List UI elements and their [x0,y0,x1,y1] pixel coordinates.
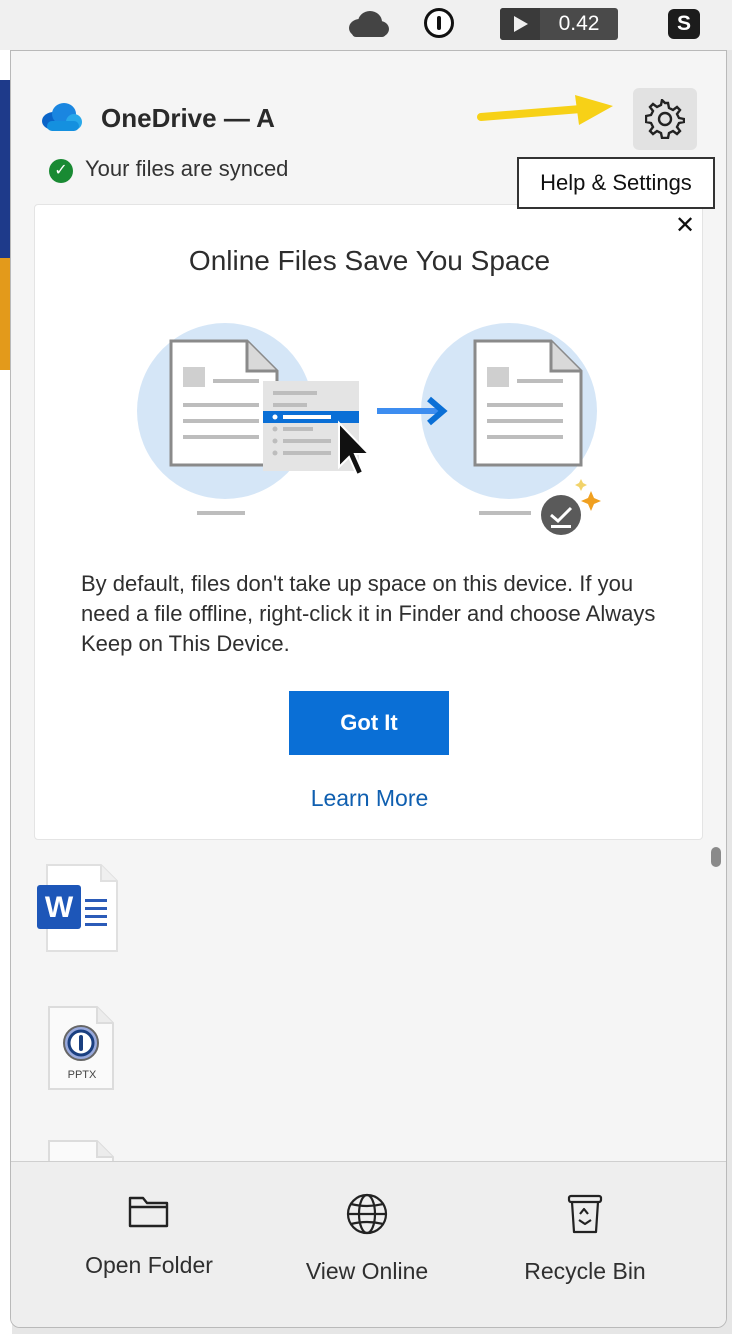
help-settings-tooltip: Help & Settings [517,157,715,209]
annotation-arrow-icon [477,95,613,125]
account-title: OneDrive — A [101,103,275,133]
password-manager-icon[interactable] [424,8,454,38]
sync-status: Your files are synced [85,156,289,181]
card-title: Online Files Save You Space [188,245,551,276]
open-folder-button[interactable]: Open Folder [49,1192,249,1279]
gear-icon [645,99,685,139]
globe-icon [346,1193,388,1235]
onedrive-menubar-icon[interactable] [346,10,390,38]
view-online-label: View Online [305,1258,429,1284]
timer-value: 0.42 [558,12,600,35]
open-folder-label: Open Folder [85,1252,213,1278]
scrollbar-thumb[interactable] [711,847,721,867]
learn-more-link[interactable]: Learn More [35,785,704,812]
recycle-bin-label: Recycle Bin [524,1258,646,1284]
online-files-illustration [137,323,601,535]
word-file-icon[interactable]: W [35,861,125,955]
timer-widget[interactable]: 0.42 [500,8,618,40]
recycle-bin-button[interactable]: Recycle Bin [485,1192,685,1285]
onedrive-panel: OneDrive — A ✓ Your files are synced Hel… [10,50,727,1328]
card-description: By default, files don't take up space on… [81,571,656,656]
skype-icon[interactable]: S [668,9,700,39]
info-card: ✕ Online Files Save You Space By default… [34,204,703,840]
recycle-bin-icon [567,1194,603,1234]
close-icon[interactable]: ✕ [675,211,695,240]
view-online-button[interactable]: View Online [267,1192,467,1285]
got-it-button[interactable]: Got It [289,691,449,755]
play-icon [500,8,540,40]
svg-text:W: W [45,891,74,924]
help-settings-button[interactable] [633,88,697,150]
onedrive-logo-icon [42,103,82,131]
bottom-toolbar: Open Folder View Online Recycle Bin [11,1161,726,1327]
menu-bar: 0.42 S [0,0,732,50]
pptx-file[interactable]: PPTX [47,1003,117,1093]
folder-icon [128,1196,169,1228]
pptx-label: PPTX [67,1069,97,1081]
check-circle-icon: ✓ [49,159,73,183]
